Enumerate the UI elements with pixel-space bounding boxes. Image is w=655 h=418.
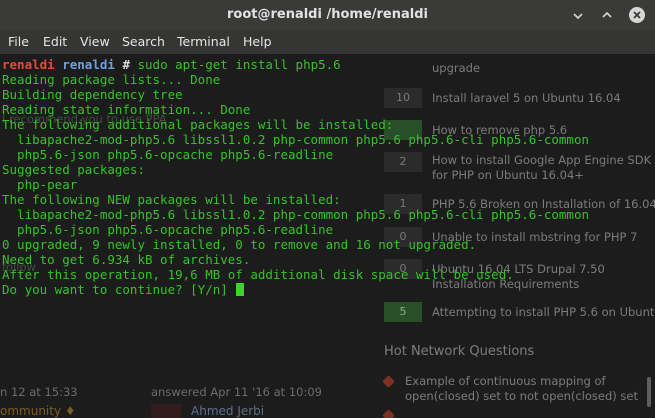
menu-terminal[interactable]: Terminal bbox=[177, 30, 230, 54]
menu-file[interactable]: File bbox=[8, 30, 29, 54]
minimize-icon bbox=[573, 13, 583, 20]
output-line: php5.6-json php5.6-opcache php5.6-readli… bbox=[2, 147, 334, 162]
output-line: libapache2-mod-php5.6 libssl1.0.2 php-co… bbox=[2, 207, 589, 222]
output-line: Need to get 6.934 kB of archives. bbox=[2, 252, 251, 267]
output-line: php-pear bbox=[2, 177, 78, 192]
input-prompt-line: Do you want to continue? [Y/n] bbox=[2, 282, 245, 297]
menu-help[interactable]: Help bbox=[243, 30, 272, 54]
prompt-host: renaldi bbox=[62, 57, 115, 72]
continue-prompt: Do you want to continue? [Y/n] bbox=[2, 282, 236, 297]
prompt-symbol: # bbox=[122, 57, 130, 72]
maximize-icon bbox=[602, 11, 612, 18]
terminal-output[interactable]: renaldi renaldi # sudo apt-get install p… bbox=[0, 54, 655, 418]
output-line: Suggested packages: bbox=[2, 162, 145, 177]
close-button[interactable] bbox=[629, 7, 645, 23]
output-line: Building dependency tree bbox=[2, 87, 183, 102]
output-line: The following NEW packages will be insta… bbox=[2, 192, 341, 207]
output-line: After this operation, 19,6 MB of additio… bbox=[2, 267, 514, 282]
terminal-menubar: File Edit View Search Terminal Help bbox=[0, 30, 655, 54]
menu-view[interactable]: View bbox=[80, 30, 110, 54]
menu-edit[interactable]: Edit bbox=[43, 30, 67, 54]
maximize-button[interactable] bbox=[599, 7, 615, 23]
close-icon bbox=[633, 11, 641, 19]
output-line: 0 upgraded, 9 newly installed, 0 to remo… bbox=[2, 237, 477, 252]
output-line: The following additional packages will b… bbox=[2, 117, 394, 132]
output-line: Reading state information... Done bbox=[2, 102, 251, 117]
prompt-line: renaldi renaldi # sudo apt-get install p… bbox=[2, 57, 341, 72]
prompt-user: renaldi bbox=[2, 57, 55, 72]
window-title: root@renaldi /home/renaldi bbox=[226, 7, 428, 22]
menu-search[interactable]: Search bbox=[122, 30, 165, 54]
command-text: sudo apt-get install php5.6 bbox=[137, 57, 341, 72]
output-line: libapache2-mod-php5.6 libssl1.0.2 php-co… bbox=[2, 132, 589, 147]
output-line: php5.6-json php5.6-opcache php5.6-readli… bbox=[2, 222, 334, 237]
window-titlebar[interactable]: root@renaldi /home/renaldi bbox=[0, 0, 655, 30]
text-cursor[interactable] bbox=[236, 283, 245, 296]
output-line: Reading package lists... Done bbox=[2, 72, 221, 87]
minimize-button[interactable] bbox=[570, 7, 586, 23]
